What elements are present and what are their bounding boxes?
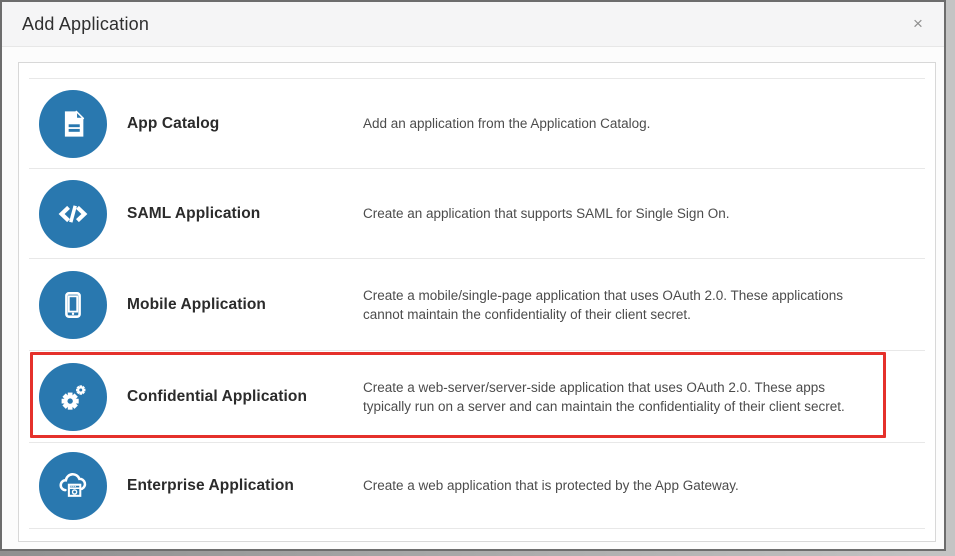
add-application-dialog: Add Application × App Catalog (0, 0, 946, 551)
document-icon (39, 90, 107, 158)
item-description: Add an application from the Application … (363, 114, 885, 133)
application-type-list: App Catalog Add an application from the … (18, 62, 936, 542)
screenshot-frame: Add Application × App Catalog (0, 0, 955, 556)
item-title: App Catalog (127, 115, 363, 133)
item-title: Enterprise Application (127, 477, 363, 495)
item-description: Create an application that supports SAML… (363, 204, 885, 223)
item-title: SAML Application (127, 205, 363, 223)
dialog-title: Add Application (22, 2, 149, 47)
list-item-enterprise-application[interactable]: Enterprise Application Create a web appl… (29, 442, 925, 529)
list-item-mobile-application[interactable]: Mobile Application Create a mobile/singl… (29, 258, 925, 350)
list-item-saml-application[interactable]: SAML Application Create an application t… (29, 168, 925, 258)
gears-icon (39, 363, 107, 431)
item-description: Create a web application that is protect… (363, 476, 885, 495)
close-icon[interactable]: × (907, 13, 929, 35)
item-description: Create a web-server/server-side applicat… (363, 378, 885, 416)
item-title: Confidential Application (127, 388, 363, 406)
code-icon (39, 180, 107, 248)
item-title: Mobile Application (127, 296, 363, 314)
mobile-phone-icon (39, 271, 107, 339)
list-item-confidential-application[interactable]: Confidential Application Create a web-se… (29, 350, 925, 442)
item-description: Create a mobile/single-page application … (363, 286, 885, 324)
cloud-app-icon (39, 452, 107, 520)
dialog-header: Add Application × (2, 2, 944, 47)
list-body: App Catalog Add an application from the … (29, 63, 925, 529)
list-item-app-catalog[interactable]: App Catalog Add an application from the … (29, 78, 925, 168)
